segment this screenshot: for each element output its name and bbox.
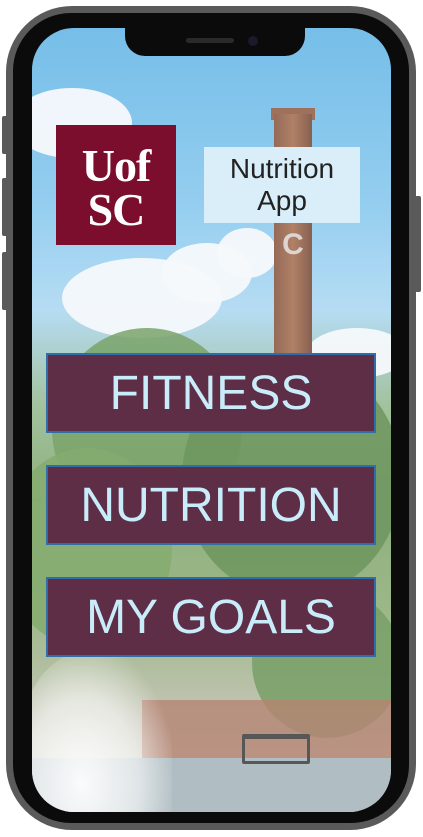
speaker-grille	[186, 38, 234, 43]
fitness-button[interactable]: FITNESS	[46, 353, 376, 433]
volume-down-button	[2, 252, 8, 310]
my-goals-button[interactable]: MY GOALS	[46, 577, 376, 657]
front-camera	[248, 36, 258, 46]
uofsc-logo: Uof SC	[56, 125, 176, 245]
logo-line-2: SC	[87, 184, 146, 235]
power-button	[415, 196, 421, 292]
app-screen: C Uof SC Nutrition App FITNESS NUTRITION…	[32, 28, 391, 812]
nutrition-button[interactable]: NUTRITION	[46, 465, 376, 545]
volume-up-button	[2, 178, 8, 236]
logo-line-1: Uof	[81, 140, 152, 191]
app-title: Nutrition App	[204, 147, 360, 223]
silent-switch	[2, 116, 8, 154]
